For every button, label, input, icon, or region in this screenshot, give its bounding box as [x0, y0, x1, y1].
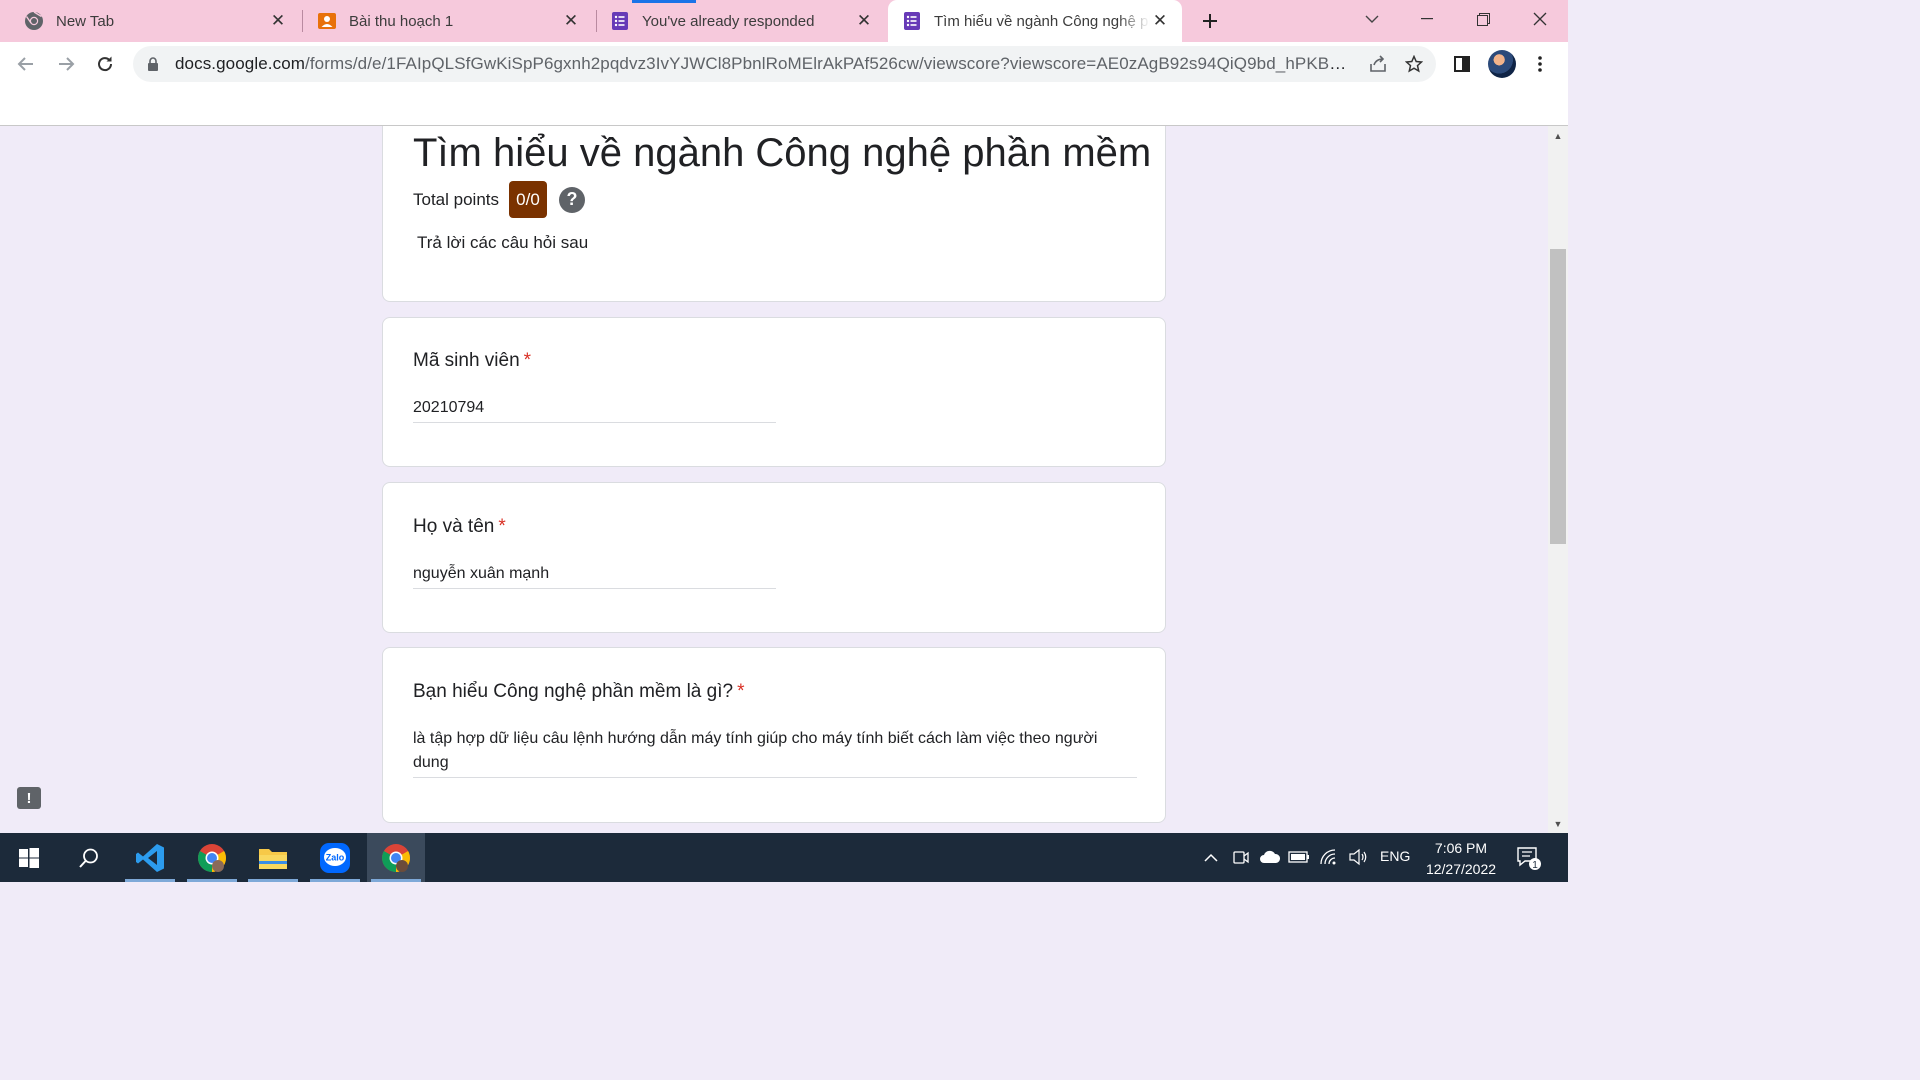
zalo-icon[interactable]: Zalo — [306, 833, 364, 882]
question-title: Bạn hiểu Công nghệ phần mềm là gì? * — [413, 681, 744, 703]
answer-full-name: nguyễn xuân mạnh — [413, 562, 776, 589]
close-tab-icon[interactable]: ✕ — [268, 11, 288, 31]
chrome-active-taskbar-icon[interactable] — [367, 833, 425, 882]
form-title: Tìm hiểu về ngành Công nghệ phần mềm — [413, 131, 1152, 175]
form-header-card: Tìm hiểu về ngành Công nghệ phần mềm Tot… — [382, 126, 1166, 302]
question-text: Bạn hiểu Công nghệ phần mềm là gì? — [413, 681, 734, 702]
tab-already-responded[interactable]: You've already responded ✕ — [586, 0, 886, 42]
avatar — [1488, 50, 1516, 78]
profile-avatar[interactable] — [1486, 48, 1518, 80]
score-badge: 0/0 — [509, 181, 547, 218]
windows-start-icon[interactable] — [0, 833, 58, 882]
google-classroom-icon — [317, 11, 337, 31]
google-forms-icon — [610, 11, 630, 31]
tab-new-tab[interactable]: New Tab ✕ — [0, 0, 300, 42]
lock-icon[interactable] — [147, 56, 163, 72]
page-viewport: Tìm hiểu về ngành Công nghệ phần mềm Tot… — [0, 126, 1548, 833]
side-panel-icon[interactable] — [1446, 48, 1478, 80]
scroll-down-arrow[interactable]: ▼ — [1548, 816, 1568, 832]
question-card-software-engineering: Bạn hiểu Công nghệ phần mềm là gì? * là t… — [382, 647, 1166, 823]
notification-center-icon[interactable]: 1 — [1516, 845, 1542, 871]
wifi-icon[interactable] — [1318, 845, 1340, 869]
restore-icon[interactable] — [1463, 4, 1503, 34]
url-text[interactable]: docs.google.com/forms/d/e/1FAIpQLSfGwKiS… — [175, 54, 1352, 74]
url-host: docs.google.com — [175, 54, 306, 73]
minimize-icon[interactable] — [1407, 4, 1447, 34]
address-bar[interactable]: docs.google.com/forms/d/e/1FAIpQLSfGwKiS… — [133, 46, 1436, 82]
chrome-taskbar-icon[interactable] — [183, 833, 241, 882]
tab-title: You've already responded — [642, 12, 815, 30]
forward-icon[interactable] — [50, 48, 82, 80]
tab-tim-hieu-active[interactable]: Tìm hiểu về ngành Công nghệ phần mềm ✕ — [888, 0, 1182, 42]
vscode-icon[interactable] — [121, 833, 179, 882]
required-asterisk: * — [737, 681, 745, 702]
browser-toolbar: docs.google.com/forms/d/e/1FAIpQLSfGwKiS… — [0, 42, 1568, 86]
bookmarks-bar — [0, 86, 1568, 126]
google-forms-icon — [902, 11, 922, 31]
onedrive-cloud-icon[interactable] — [1259, 845, 1281, 869]
question-card-student-id: Mã sinh viên * 20210794 — [382, 317, 1166, 467]
close-tab-icon[interactable]: ✕ — [1150, 11, 1170, 31]
close-window-icon[interactable] — [1520, 4, 1560, 34]
total-points-row: Total points 0/0 ? — [413, 181, 585, 218]
url-path: /forms/d/e/1FAIpQLSfGwKiSpP6gxnh2pqdvz3I… — [305, 54, 1352, 73]
answer-student-id: 20210794 — [413, 396, 776, 423]
scrollbar-thumb[interactable] — [1550, 249, 1566, 544]
zalo-label: Zalo — [326, 852, 345, 862]
notification-count: 1 — [1532, 860, 1538, 871]
clock-date: 12/27/2022 — [1425, 861, 1497, 877]
clock-time: 7:06 PM — [1434, 840, 1488, 856]
volume-icon[interactable] — [1347, 845, 1369, 869]
language-indicator[interactable]: ENG — [1380, 848, 1410, 864]
total-points-label: Total points — [413, 189, 499, 209]
required-asterisk: * — [523, 350, 532, 371]
answer-software-engineering: là tập hợp dữ liệu câu lệnh hướng dẫn má… — [413, 727, 1137, 778]
tab-title: Tìm hiểu về ngành Công nghệ phần mềm — [934, 12, 1150, 30]
system-clock[interactable]: 7:06 PM 12/27/2022 — [1418, 838, 1504, 880]
show-hidden-icons-chevron-icon[interactable] — [1200, 845, 1222, 869]
tab-title: New Tab — [56, 12, 115, 30]
battery-icon[interactable] — [1288, 845, 1310, 869]
meet-now-icon[interactable] — [1230, 845, 1252, 869]
question-text: Họ và tên — [413, 516, 495, 537]
tab-search-icon[interactable] — [1352, 4, 1392, 34]
close-tab-icon[interactable]: ✕ — [561, 11, 581, 31]
tab-bai-thu-hoach[interactable]: Bài thu hoạch 1 ✕ — [293, 0, 593, 42]
question-title: Mã sinh viên * — [413, 350, 531, 372]
file-explorer-icon[interactable] — [244, 833, 302, 882]
new-tab-button[interactable] — [1196, 7, 1224, 35]
report-feedback-icon[interactable]: ! — [17, 787, 41, 809]
windows-taskbar: Zalo ENG 7:06 PM 12/27/2022 1 — [0, 833, 1568, 882]
required-asterisk: * — [498, 516, 506, 537]
back-icon[interactable] — [10, 48, 42, 80]
bookmark-star-icon[interactable] — [1396, 46, 1432, 82]
tab-title: Bài thu hoạch 1 — [349, 12, 454, 30]
scroll-up-arrow[interactable]: ▲ — [1548, 128, 1568, 144]
search-icon[interactable] — [60, 833, 118, 882]
close-tab-icon[interactable]: ✕ — [854, 11, 874, 31]
question-card-full-name: Họ và tên * nguyễn xuân mạnh — [382, 482, 1166, 633]
menu-kebab-icon[interactable] — [1524, 48, 1556, 80]
question-text: Mã sinh viên — [413, 350, 520, 371]
chrome-icon — [24, 11, 44, 31]
help-icon[interactable]: ? — [559, 186, 585, 213]
reload-icon[interactable] — [89, 48, 121, 80]
question-title: Họ và tên * — [413, 516, 506, 538]
form-description: Trả lời các câu hỏi sau — [417, 233, 589, 252]
share-icon[interactable] — [1360, 46, 1396, 82]
tab-strip: New Tab ✕ Bài thu hoạch 1 ✕ You've alrea… — [0, 0, 1568, 42]
tab-loading-indicator — [632, 0, 696, 3]
